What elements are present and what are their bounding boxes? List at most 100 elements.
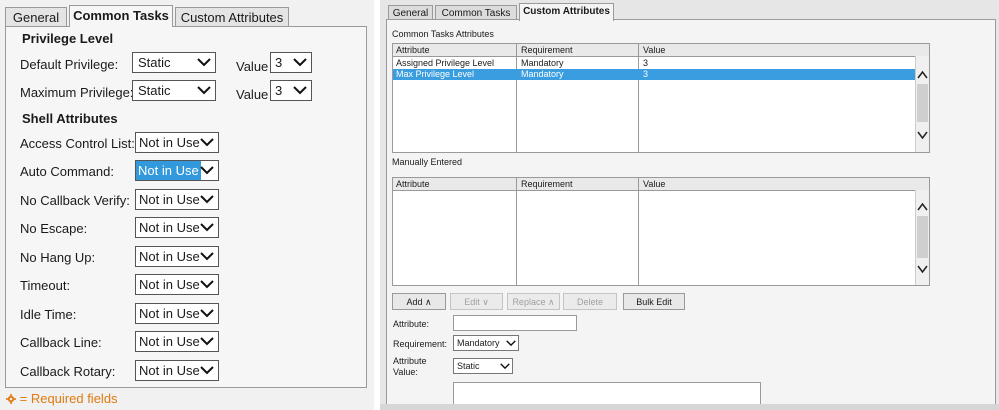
column-value[interactable]: Value bbox=[640, 178, 665, 190]
cell-requirement: Mandatory bbox=[521, 58, 564, 68]
default-privilege-level-select[interactable]: 3 bbox=[270, 52, 312, 73]
chevron-down-icon bbox=[200, 195, 214, 204]
requirement-label: Requirement: bbox=[393, 339, 448, 349]
left-tab-bar: General Common Tasks Custom Attributes bbox=[0, 0, 374, 27]
chevron-down-icon bbox=[200, 223, 214, 232]
no-escape-label: No Escape: bbox=[20, 221, 88, 236]
auto-command-select[interactable]: Not in Use bbox=[135, 160, 219, 181]
callback-line-select[interactable]: Not in Use bbox=[135, 331, 219, 352]
common-tasks-attributes-caption: Common Tasks Attributes bbox=[392, 29, 494, 39]
attribute-value-type-select[interactable]: Static bbox=[453, 358, 513, 374]
default-privilege-value: Static bbox=[138, 55, 171, 70]
maximum-privilege-level: 3 bbox=[275, 83, 283, 98]
idle-time-select[interactable]: Not in Use bbox=[135, 303, 219, 324]
required-fields-note: = Required fields bbox=[6, 391, 118, 406]
shell-attributes-heading: Shell Attributes bbox=[22, 111, 118, 126]
idle-time-value: Not in Use bbox=[139, 306, 200, 321]
tab-general[interactable]: General bbox=[5, 7, 67, 26]
tab-common-tasks[interactable]: Common Tasks bbox=[69, 5, 173, 27]
timeout-select[interactable]: Not in Use bbox=[135, 274, 219, 295]
scroll-down-icon[interactable] bbox=[917, 130, 928, 140]
privilege-level-heading: Privilege Level bbox=[22, 31, 114, 46]
maximum-privilege-level-select[interactable]: 3 bbox=[270, 80, 312, 101]
chevron-down-icon bbox=[200, 309, 214, 318]
chevron-down-icon bbox=[197, 58, 211, 67]
access-control-list-select[interactable]: Not in Use bbox=[135, 132, 219, 153]
scrollbar-thumb[interactable] bbox=[917, 216, 928, 258]
idle-time-label: Idle Time: bbox=[20, 307, 77, 322]
column-requirement[interactable]: Requirement bbox=[518, 178, 573, 190]
default-value-label: Value bbox=[236, 59, 269, 74]
manually-entered-caption: Manually Entered bbox=[392, 157, 463, 167]
no-escape-select[interactable]: Not in Use bbox=[135, 217, 219, 238]
no-escape-value: Not in Use bbox=[139, 220, 200, 235]
delete-button[interactable]: Delete bbox=[563, 293, 617, 310]
timeout-value: Not in Use bbox=[139, 277, 200, 292]
attribute-value-label: Attribute Value: bbox=[393, 356, 427, 378]
cell-attribute: Assigned Privilege Level bbox=[396, 58, 495, 68]
bottom-bar bbox=[380, 404, 999, 410]
requirement-select[interactable]: Mandatory bbox=[453, 335, 519, 351]
table-row[interactable]: Max Privilege Level Mandatory 3 bbox=[393, 69, 917, 80]
maximum-value-label: Value bbox=[236, 87, 269, 102]
no-hang-up-label: No Hang Up: bbox=[20, 250, 96, 265]
tab-custom-attributes[interactable]: Custom Attributes bbox=[175, 7, 289, 26]
chevron-down-icon bbox=[200, 280, 214, 289]
attribute-value-label-line1: Attribute bbox=[393, 356, 427, 366]
no-callback-verify-value: Not in Use bbox=[139, 192, 200, 207]
edit-button[interactable]: Edit ∨ bbox=[450, 293, 503, 310]
chevron-down-icon bbox=[200, 138, 214, 147]
chevron-down-icon bbox=[200, 166, 214, 175]
scroll-up-icon[interactable] bbox=[917, 70, 928, 80]
tab-custom-attributes[interactable]: Custom Attributes bbox=[519, 3, 614, 21]
scrollbar-thumb[interactable] bbox=[917, 84, 928, 122]
column-attribute[interactable]: Attribute bbox=[393, 178, 430, 190]
no-hang-up-value: Not in Use bbox=[139, 249, 200, 264]
chevron-down-icon bbox=[200, 252, 214, 261]
chevron-down-icon bbox=[293, 86, 307, 95]
vertical-scrollbar[interactable] bbox=[915, 56, 929, 152]
vertical-scrollbar[interactable] bbox=[915, 190, 929, 285]
common-tasks-panel: Privilege Level Default Privilege: Stati… bbox=[5, 26, 367, 388]
column-value[interactable]: Value bbox=[640, 44, 665, 56]
auto-command-value: Not in Use bbox=[136, 161, 201, 180]
scroll-up-icon[interactable] bbox=[917, 202, 928, 212]
attribute-label: Attribute: bbox=[393, 319, 430, 329]
required-fields-text: = Required fields bbox=[19, 391, 118, 406]
table-header: Attribute Requirement Value bbox=[393, 44, 929, 57]
chevron-down-icon bbox=[197, 86, 211, 95]
table-row[interactable]: Assigned Privilege Level Mandatory 3 bbox=[393, 58, 917, 69]
gear-icon bbox=[6, 394, 16, 404]
attribute-input[interactable] bbox=[453, 315, 577, 331]
add-button[interactable]: Add ∧ bbox=[392, 293, 446, 310]
default-privilege-select[interactable]: Static bbox=[132, 52, 216, 73]
maximum-privilege-label: Maximum Privilege: bbox=[20, 85, 134, 100]
column-requirement[interactable]: Requirement bbox=[518, 44, 573, 56]
maximum-privilege-select[interactable]: Static bbox=[132, 80, 216, 101]
callback-line-value: Not in Use bbox=[139, 334, 200, 349]
no-hang-up-select[interactable]: Not in Use bbox=[135, 246, 219, 267]
chevron-down-icon bbox=[293, 58, 307, 67]
cell-value: 3 bbox=[643, 69, 649, 79]
cell-value: 3 bbox=[643, 58, 649, 68]
column-attribute[interactable]: Attribute bbox=[393, 44, 430, 56]
table-header: Attribute Requirement Value bbox=[393, 178, 929, 191]
tab-general[interactable]: General bbox=[388, 5, 433, 20]
chevron-down-icon bbox=[500, 363, 510, 370]
callback-rotary-select[interactable]: Not in Use bbox=[135, 360, 219, 381]
replace-button[interactable]: Replace ∧ bbox=[507, 293, 560, 310]
cell-requirement: Mandatory bbox=[521, 69, 564, 79]
scroll-down-icon[interactable] bbox=[917, 264, 928, 274]
default-privilege-label: Default Privilege: bbox=[20, 57, 119, 72]
chevron-down-icon bbox=[200, 337, 214, 346]
chevron-down-icon bbox=[200, 366, 214, 375]
right-panel: General Common Tasks Custom Attributes C… bbox=[380, 0, 999, 410]
tab-common-tasks[interactable]: Common Tasks bbox=[435, 5, 517, 20]
access-control-list-label: Access Control List: bbox=[20, 136, 135, 151]
common-tasks-attributes-table: Attribute Requirement Value Assigned Pri… bbox=[392, 43, 930, 153]
bulk-edit-button[interactable]: Bulk Edit bbox=[623, 293, 685, 310]
no-callback-verify-select[interactable]: Not in Use bbox=[135, 189, 219, 210]
callback-rotary-value: Not in Use bbox=[139, 363, 200, 378]
auto-command-label: Auto Command: bbox=[20, 164, 114, 179]
chevron-down-icon bbox=[506, 340, 516, 347]
